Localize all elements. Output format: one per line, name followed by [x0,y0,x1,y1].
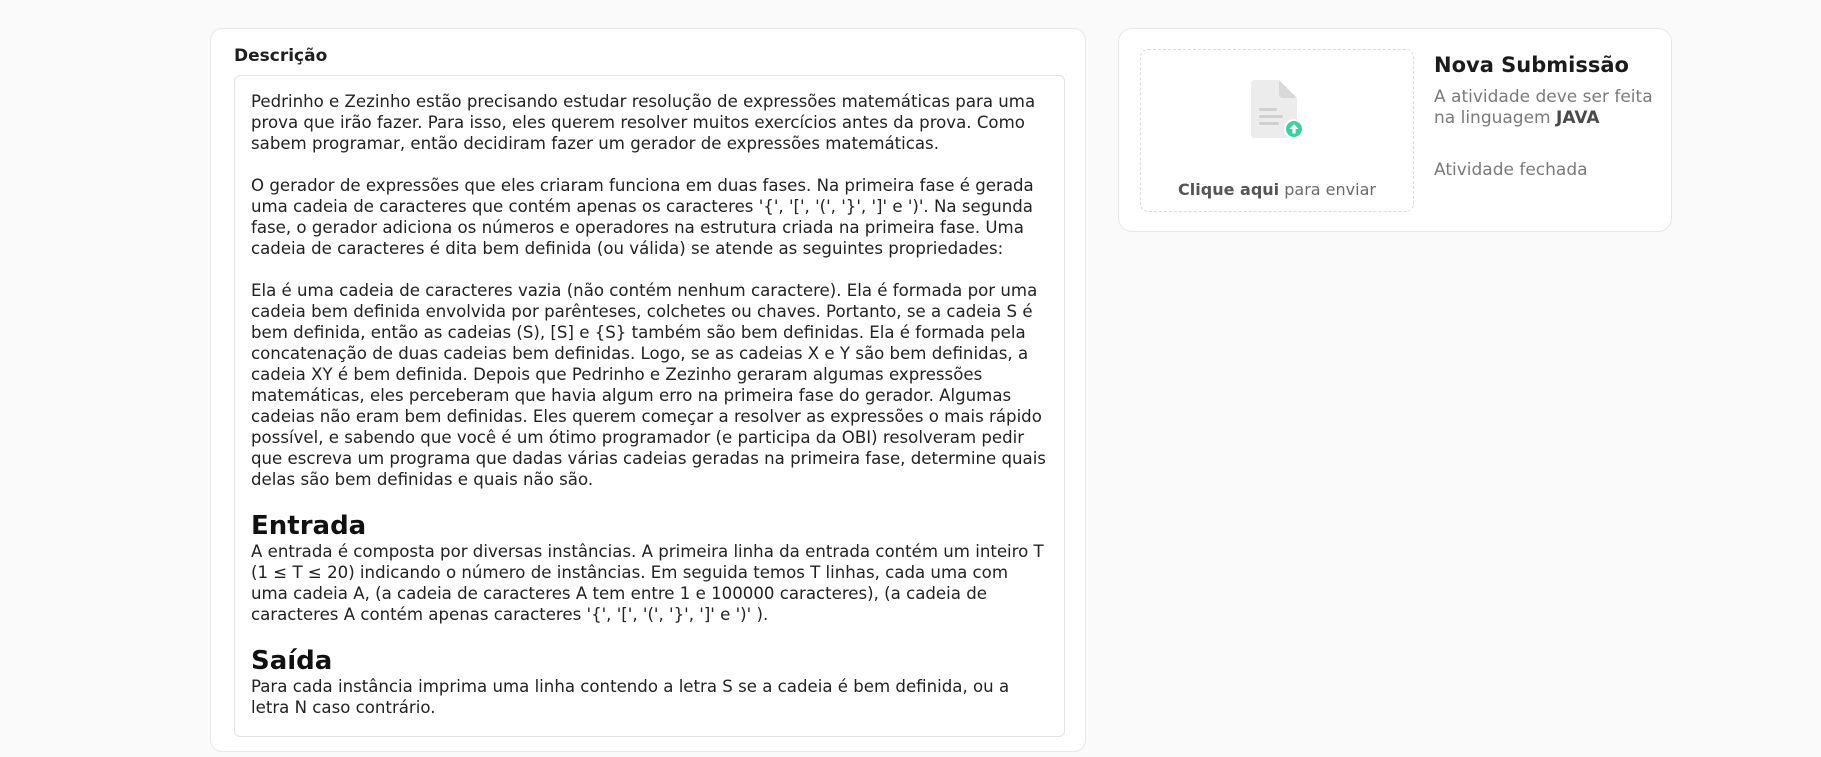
file-upload-icon [1251,80,1304,139]
description-paragraph: O gerador de expressões que eles criaram… [251,176,1034,258]
language-requirement: A atividade deve ser feita na linguagem … [1434,87,1654,129]
description-content: Pedrinho e Zezinho estão precisando estu… [234,75,1065,737]
upload-label: Clique aqui para enviar [1141,180,1413,199]
activity-status: Atividade fechada [1434,160,1588,180]
upload-link[interactable]: Clique aqui [1178,180,1279,199]
language-requirement-prefix: A atividade deve ser feita na linguagem [1434,87,1653,128]
input-section-heading: Entrada [251,511,367,541]
output-section-text: Para cada instância imprima uma linha co… [251,677,1010,717]
submission-card: Clique aqui para enviar Nova Submissão A… [1118,28,1672,232]
description-card: Descrição Pedrinho e Zezinho estão preci… [210,28,1086,752]
description-heading: Descrição [234,46,328,66]
upload-dropzone[interactable]: Clique aqui para enviar [1140,49,1414,212]
description-paragraph: Ela é uma cadeia de caracteres vazia (nã… [251,281,1046,489]
output-section-heading: Saída [251,646,333,676]
submission-title: Nova Submissão [1434,53,1629,77]
input-section-text: A entrada é composta por diversas instân… [251,542,1044,624]
description-paragraph: Pedrinho e Zezinho estão precisando estu… [251,92,1036,153]
required-language: JAVA [1556,108,1600,128]
upload-label-suffix: para enviar [1279,180,1376,199]
